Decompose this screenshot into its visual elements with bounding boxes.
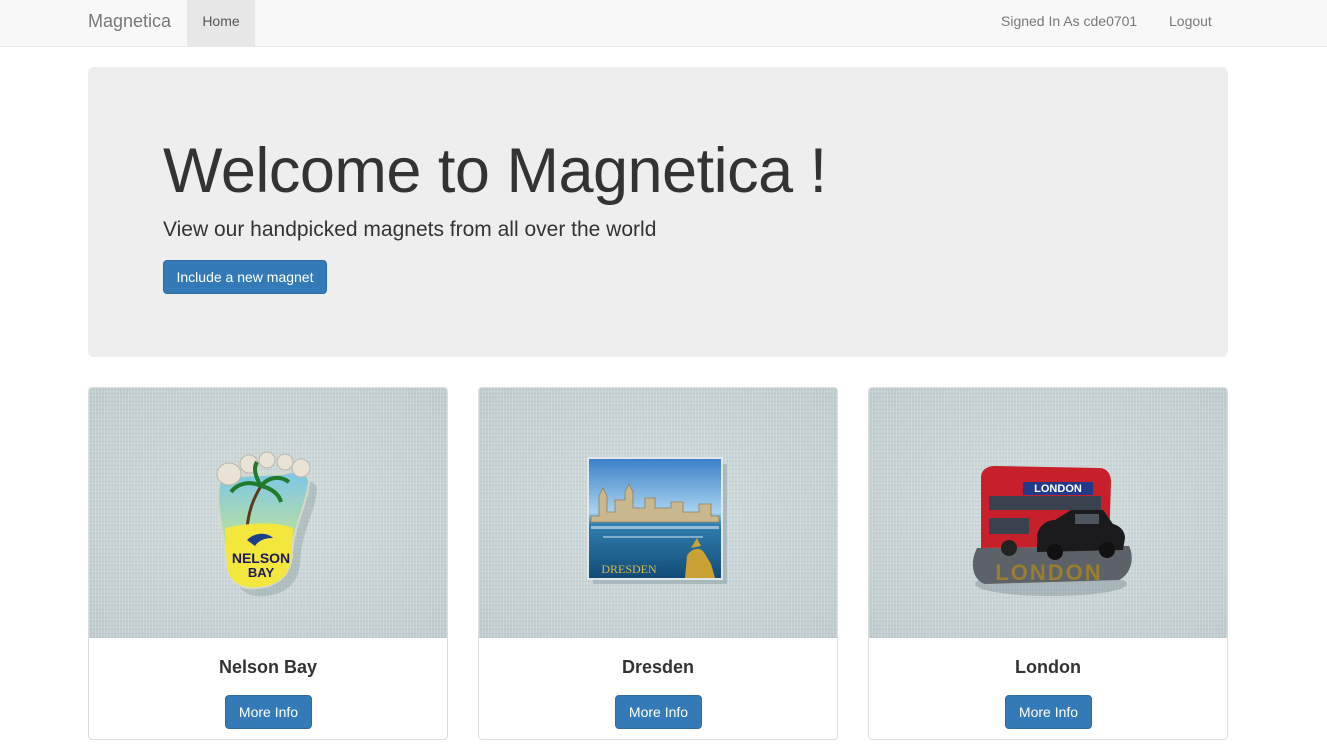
- welcome-jumbotron: Welcome to Magnetica ! View our handpick…: [88, 67, 1228, 357]
- brand-link[interactable]: Magnetica: [88, 0, 171, 46]
- top-navbar: Magnetica Home Signed In As cde0701 Logo…: [0, 0, 1327, 47]
- page-subtitle: View our handpicked magnets from all ove…: [163, 218, 657, 241]
- magnet-card-dresden: DRESDEN Dresden More Info: [478, 387, 838, 740]
- card-title: London: [1015, 657, 1081, 677]
- svg-text:BAY: BAY: [248, 565, 275, 580]
- logout-link[interactable]: Logout: [1169, 0, 1212, 46]
- card-title: Dresden: [621, 657, 695, 677]
- nav-home-link[interactable]: Home: [187, 0, 255, 46]
- card-title: Nelson Bay: [218, 657, 318, 677]
- svg-text:LONDON: LONDON: [1034, 483, 1082, 495]
- more-info-button[interactable]: More Info: [615, 695, 702, 729]
- more-info-button[interactable]: More Info: [1005, 695, 1092, 729]
- svg-text:LONDON: LONDON: [995, 560, 1102, 585]
- include-magnet-button[interactable]: Include a new magnet: [163, 260, 327, 294]
- magnet-image-dresden: DRESDEN: [479, 388, 837, 638]
- svg-text:NELSON: NELSON: [232, 550, 290, 566]
- page-title: Welcome to Magnetica !: [163, 136, 827, 206]
- magnet-image-london: LONDON LONDON: [869, 388, 1227, 638]
- more-info-button[interactable]: More Info: [225, 695, 312, 729]
- magnet-image-nelson-bay: NELSON BAY: [89, 388, 447, 638]
- magnet-card-london: LONDON LONDON London More Info: [868, 387, 1228, 740]
- signed-in-status: Signed In As cde0701: [1001, 13, 1138, 29]
- magnet-card-nelson-bay: NELSON BAY Nelson Bay More Info: [88, 387, 448, 740]
- svg-text:DRESDEN: DRESDEN: [601, 562, 657, 576]
